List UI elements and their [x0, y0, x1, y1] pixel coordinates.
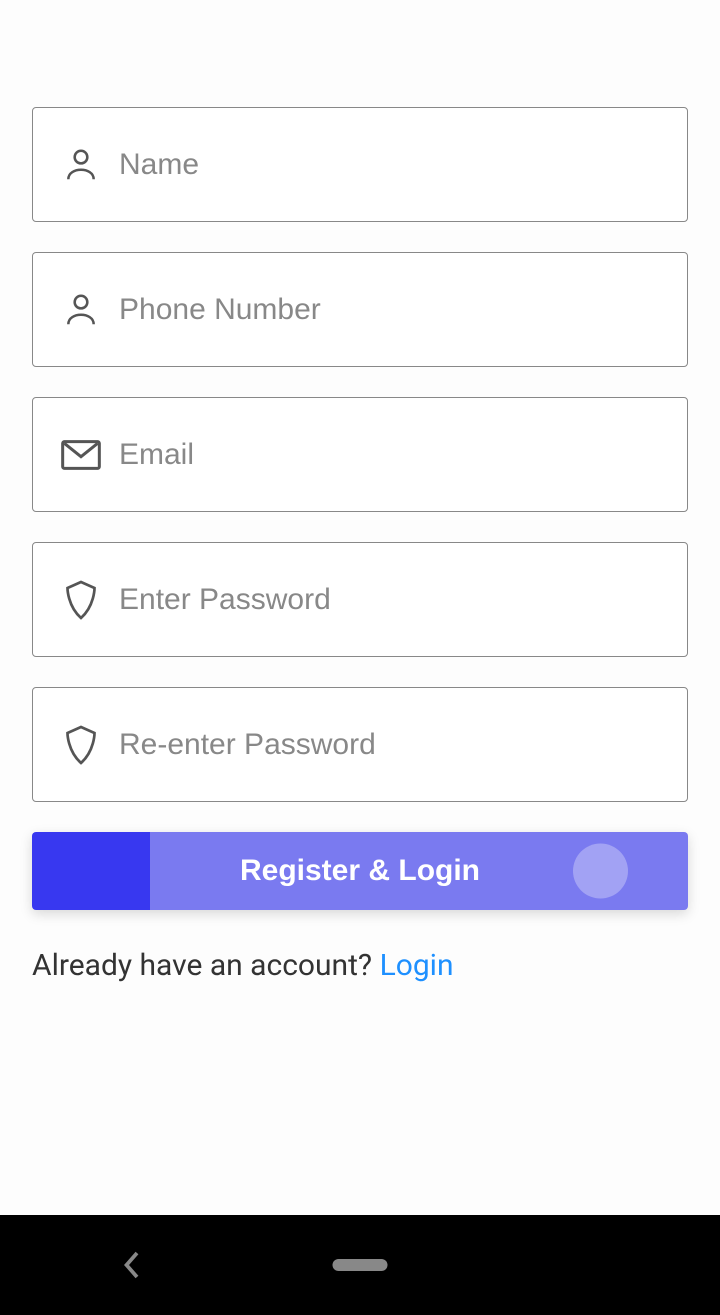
shield-icon	[61, 580, 101, 620]
password-field-wrapper[interactable]	[32, 542, 688, 657]
login-link[interactable]: Login	[380, 948, 454, 983]
name-field-wrapper[interactable]	[32, 107, 688, 222]
phone-field-wrapper[interactable]	[32, 252, 688, 367]
person-icon	[61, 145, 101, 185]
registration-form: Register & Login Already have an account…	[0, 0, 720, 983]
android-navbar	[0, 1215, 720, 1315]
confirm-password-field-wrapper[interactable]	[32, 687, 688, 802]
mail-icon	[61, 435, 101, 475]
back-icon[interactable]	[120, 1250, 142, 1280]
email-input[interactable]	[119, 438, 659, 472]
register-button-label: Register & Login	[240, 854, 480, 888]
ripple-effect	[573, 844, 628, 899]
person-icon	[61, 290, 101, 330]
phone-input[interactable]	[119, 293, 659, 327]
email-field-wrapper[interactable]	[32, 397, 688, 512]
confirm-password-input[interactable]	[119, 728, 659, 762]
register-login-button[interactable]: Register & Login	[32, 832, 688, 910]
password-input[interactable]	[119, 583, 659, 617]
home-indicator[interactable]	[333, 1259, 388, 1271]
login-prompt: Already have an account? Login	[32, 948, 688, 983]
name-input[interactable]	[119, 148, 659, 182]
footer-prompt-text: Already have an account?	[32, 948, 380, 983]
shield-icon	[61, 725, 101, 765]
